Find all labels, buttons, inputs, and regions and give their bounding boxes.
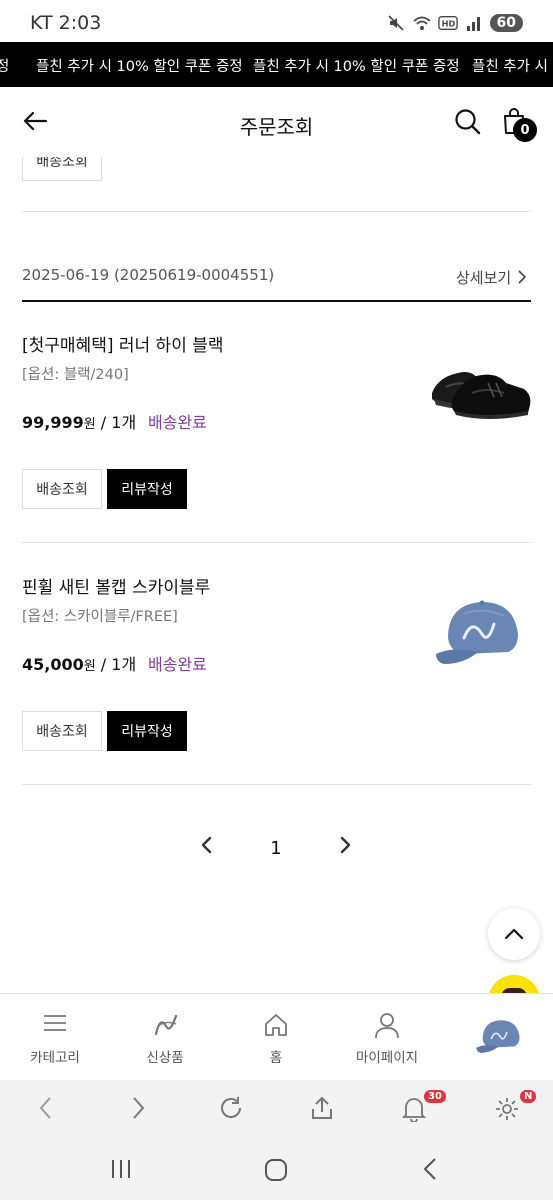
wifi-icon	[412, 16, 431, 30]
previous-order-partial: 배송조회	[0, 157, 553, 181]
battery-indicator: 60	[489, 14, 523, 32]
status-time: KT 2:03	[30, 12, 102, 34]
home-icon	[265, 1014, 287, 1036]
browser-toolbar: 30 N	[0, 1080, 553, 1136]
settings-new-badge: N	[520, 1090, 537, 1103]
nav-label: 신상품	[146, 1050, 184, 1066]
notifications-button[interactable]: 30	[402, 1090, 446, 1126]
nav-label: 마이페이지	[355, 1050, 419, 1066]
price-qty: / 1개	[95, 655, 137, 674]
page-number-current[interactable]: 1	[266, 838, 286, 859]
brand-logo-icon	[154, 1014, 178, 1036]
signal-icon	[466, 17, 480, 31]
status-icons: HD 60	[386, 14, 523, 32]
product-option: [옵션: 블랙/240]	[22, 367, 129, 383]
product-image-sky-blue-cap[interactable]	[434, 594, 524, 670]
search-icon[interactable]	[454, 108, 482, 136]
system-navigation-bar	[0, 1136, 553, 1200]
order-detail-link[interactable]: 상세보기	[456, 266, 527, 288]
nav-label: 카테고리	[30, 1050, 80, 1066]
notification-count-badge: 30	[424, 1090, 446, 1103]
price-value: 45,000	[22, 655, 84, 674]
order-detail-label: 상세보기	[456, 268, 512, 287]
delivery-status: 배송완료	[148, 413, 207, 432]
cart-button[interactable]: 0	[500, 105, 540, 145]
write-review-button[interactable]: 리뷰작성	[107, 711, 187, 751]
nav-label: 홈	[269, 1050, 283, 1066]
chevron-right-icon	[518, 270, 527, 284]
delivery-status: 배송완료	[148, 655, 207, 674]
refresh-icon[interactable]	[218, 1095, 244, 1121]
nav-home[interactable]: 홈	[221, 994, 331, 1081]
svg-text:HD: HD	[441, 19, 455, 29]
recent-product-thumbnail	[476, 1020, 520, 1053]
kakao-chat-button[interactable]	[488, 975, 540, 993]
marquee-text: 플친 추가 시 10% 할인 쿠폰 증정	[253, 59, 460, 75]
divider	[22, 784, 531, 785]
prev-page-icon[interactable]	[200, 836, 214, 854]
order-date: 2025-06-19 (20250619-0004551)	[22, 266, 275, 284]
track-delivery-button[interactable]: 배송조회	[22, 711, 102, 751]
hd-icon: HD	[437, 15, 458, 31]
marquee-fragment-right: 플친 추가 시 1	[472, 59, 553, 75]
mute-icon	[387, 15, 404, 31]
product-option: [옵션: 스카이블루/FREE]	[22, 609, 178, 625]
product-price: 99,999원 / 1개	[22, 409, 136, 433]
home-button-icon[interactable]	[264, 1158, 288, 1182]
promo-marquee[interactable]: 정 플친 추가 시 10% 할인 쿠폰 증정 플친 추가 시 10% 할인 쿠폰…	[0, 42, 553, 87]
track-delivery-button[interactable]: 배송조회	[22, 157, 102, 181]
browser-back-icon[interactable]	[38, 1095, 54, 1121]
share-icon[interactable]	[310, 1095, 334, 1121]
marquee-text: 플친 추가 시 10% 할인 쿠폰 증정	[36, 59, 243, 75]
divider	[22, 211, 531, 212]
marquee-fragment-left: 정	[0, 59, 10, 75]
status-bar: KT 2:03 HD 60	[0, 0, 553, 42]
person-icon	[375, 1013, 399, 1039]
next-page-icon[interactable]	[338, 836, 352, 854]
cart-count-badge: 0	[513, 118, 537, 142]
order-header-rule	[22, 300, 531, 302]
page-header: 주문조회 0	[0, 87, 553, 157]
menu-icon	[44, 1015, 66, 1031]
product-price: 45,000원 / 1개	[22, 651, 136, 675]
bell-icon	[402, 1098, 426, 1122]
bottom-navigation: 카테고리 신상품 홈 마이페이지	[0, 993, 553, 1080]
price-currency: 원	[83, 659, 96, 674]
product-image-black-sneakers[interactable]	[428, 353, 532, 425]
product-name[interactable]: 핀휠 새틴 볼캡 스카이블루	[22, 573, 210, 598]
nav-new-arrivals[interactable]: 신상품	[110, 994, 220, 1081]
nav-recent-product[interactable]	[443, 994, 553, 1081]
browser-forward-icon[interactable]	[130, 1095, 146, 1121]
divider	[22, 542, 531, 543]
nav-mypage[interactable]: 마이페이지	[332, 994, 442, 1081]
product-name[interactable]: [첫구매혜택] 러너 하이 블랙	[22, 331, 224, 356]
track-delivery-button[interactable]: 배송조회	[22, 469, 102, 509]
price-currency: 원	[83, 417, 96, 432]
recent-apps-icon[interactable]	[108, 1158, 134, 1180]
gear-icon	[496, 1098, 518, 1120]
back-button-icon[interactable]	[422, 1157, 438, 1181]
scroll-top-button[interactable]	[488, 908, 540, 960]
chevron-up-icon	[504, 928, 524, 940]
price-qty: / 1개	[95, 413, 137, 432]
kakao-chat-icon	[488, 975, 540, 993]
nav-category[interactable]: 카테고리	[0, 994, 110, 1081]
price-value: 99,999	[22, 413, 84, 432]
settings-button[interactable]: N	[494, 1090, 538, 1126]
write-review-button[interactable]: 리뷰작성	[107, 469, 187, 509]
